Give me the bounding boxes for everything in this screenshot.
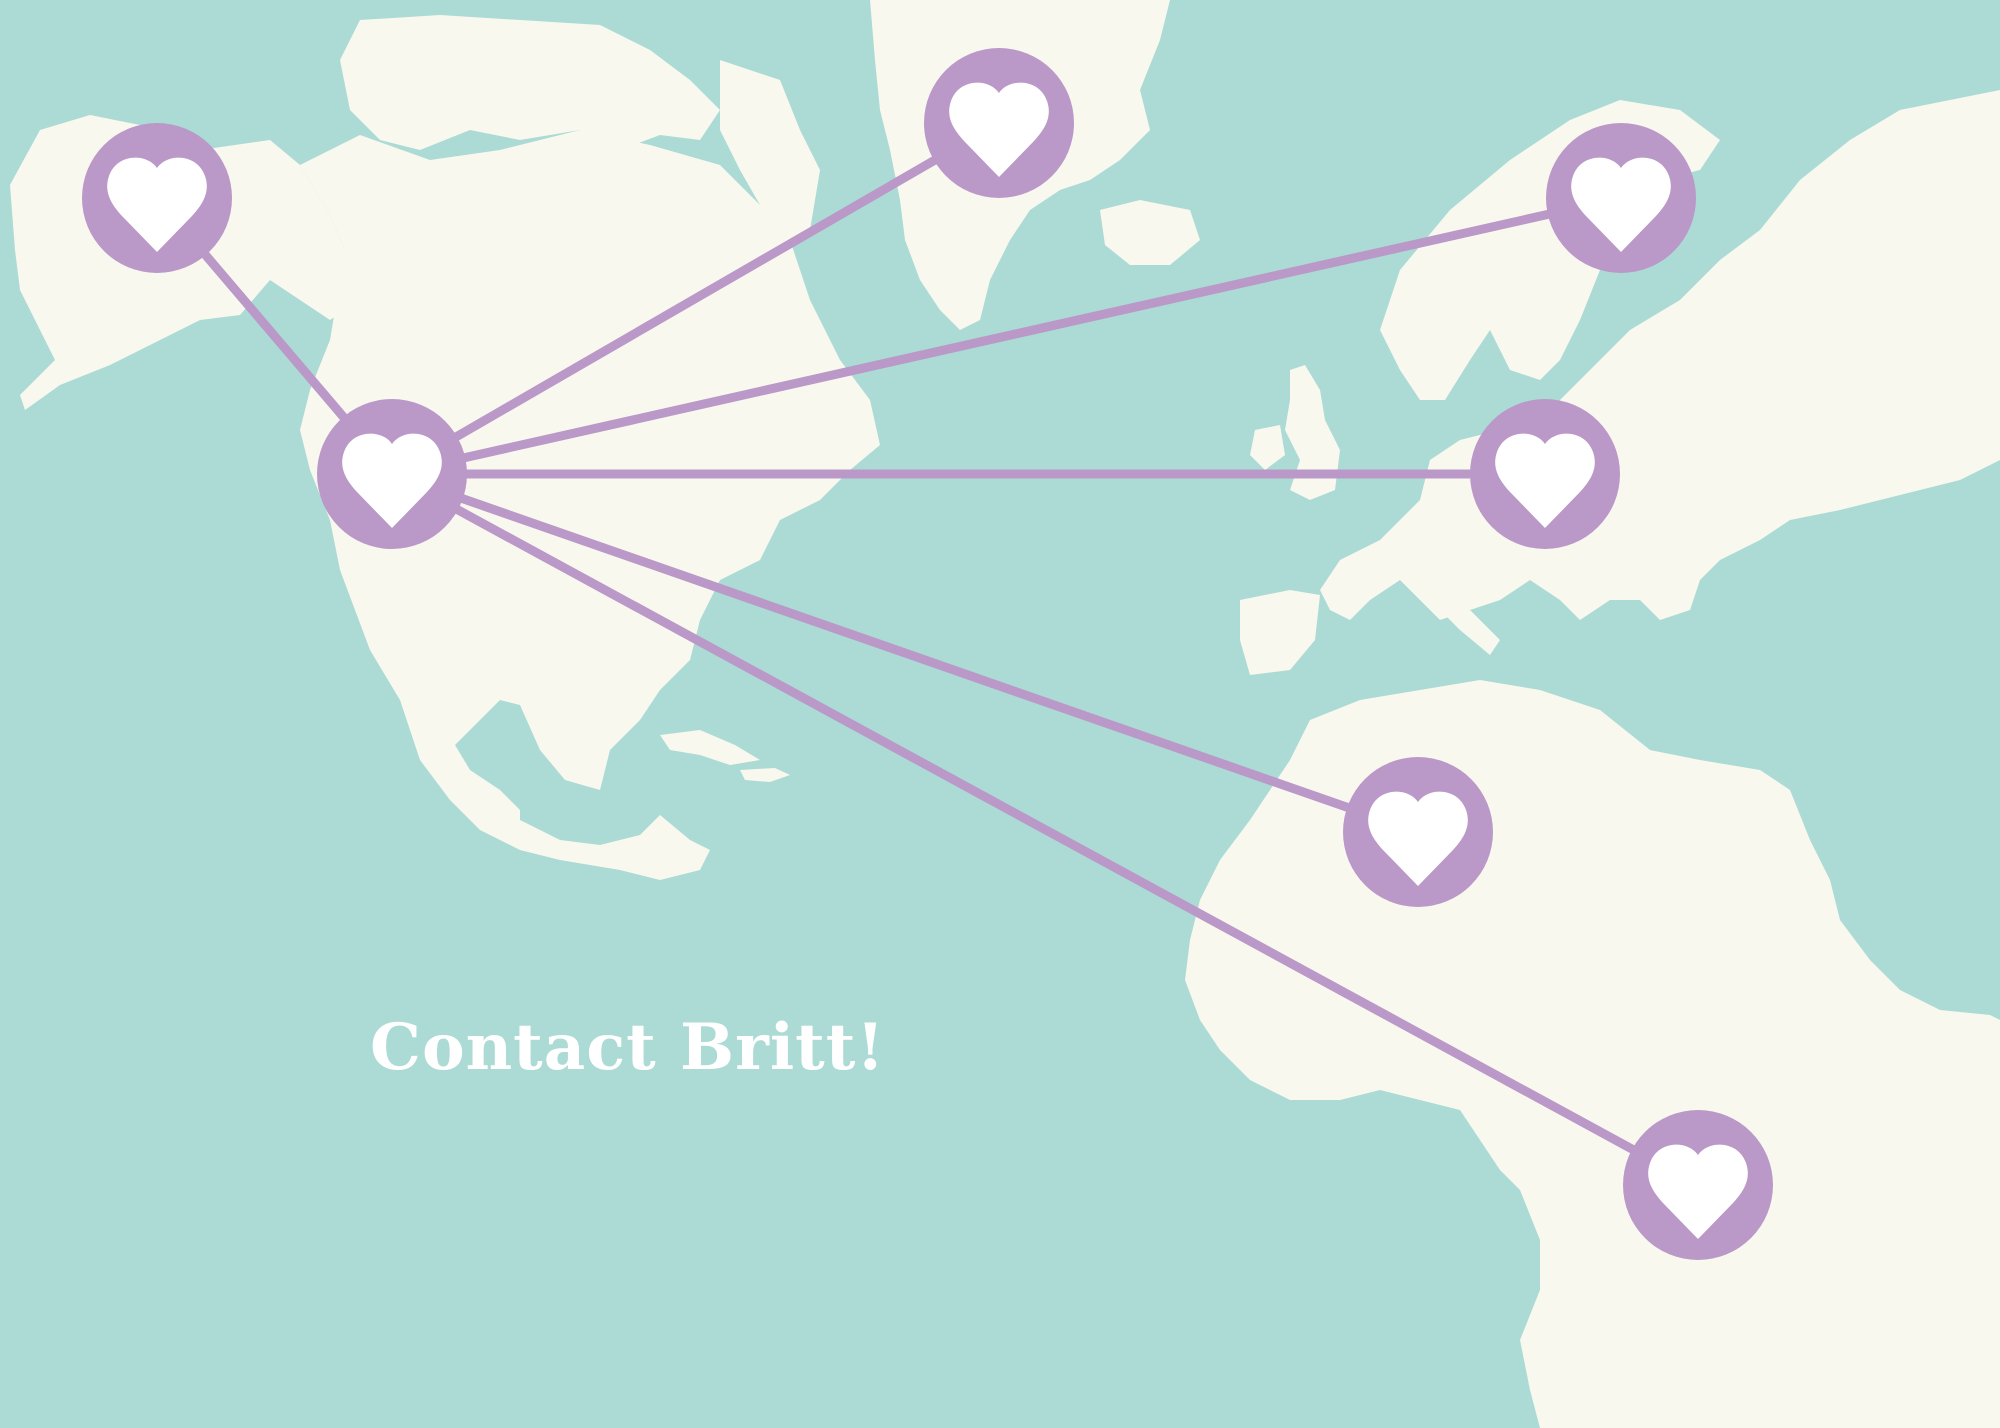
pin-europe[interactable] — [1470, 399, 1620, 549]
world-map — [0, 0, 2000, 1428]
pin-scandinavia[interactable] — [1546, 123, 1696, 273]
pin-west-africa[interactable] — [1343, 757, 1493, 907]
map-canvas: Contact Britt! — [0, 0, 2000, 1428]
pin-central-africa[interactable] — [1623, 1110, 1773, 1260]
pin-alaska[interactable] — [82, 123, 232, 273]
page-title: Contact Britt! — [370, 1010, 886, 1085]
pin-greenland[interactable] — [924, 48, 1074, 198]
pin-north-america-west-coast[interactable] — [317, 399, 467, 549]
